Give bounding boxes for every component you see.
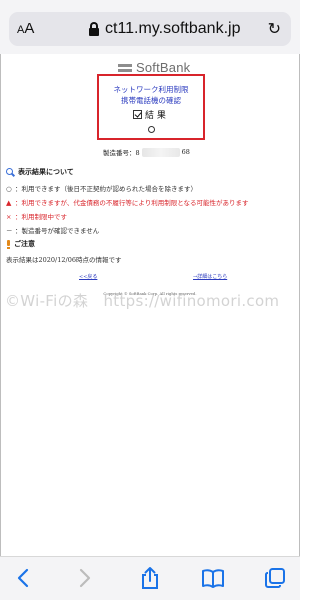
result-circle-icon (148, 126, 155, 133)
text-size-button[interactable]: AA (17, 20, 34, 37)
lock-icon (89, 22, 99, 36)
result-label: 結 果 (133, 108, 166, 121)
legend-item-ok: ○ ：利用できます（後日不正契約が認められた場合を除きます） (6, 183, 197, 193)
serial-redacted (141, 147, 180, 157)
result-label-text: 結 果 (145, 111, 166, 121)
back-chevron-icon[interactable] (10, 565, 36, 591)
watermark: ©Wi-Fiの森 https://wifinomori.com (5, 292, 280, 310)
exclamation-icon (6, 239, 11, 249)
serial-suffix: 68 (181, 148, 190, 156)
notice-text: 表示結果は2020/12/06時点の情報です (6, 256, 122, 264)
browser-toolbar (0, 556, 300, 600)
url-text[interactable]: ct11.my.softbank.jp (105, 20, 240, 38)
browser-address-bar: AA ct11.my.softbank.jp ↻ (0, 0, 300, 54)
forward-chevron-icon[interactable] (72, 565, 98, 591)
notice-heading-text: ご注意 (14, 240, 35, 248)
serial-number: 製造番号：8 68 (103, 147, 190, 157)
back-link[interactable]: <<戻る (79, 273, 97, 280)
legend-symbol: ▲ (6, 199, 12, 207)
url-field[interactable]: AA ct11.my.softbank.jp ↻ (9, 12, 291, 46)
details-link[interactable]: →詳細はこちら (193, 273, 227, 280)
legend-item-unknown: －：製造番号が確認できません (6, 225, 99, 235)
legend-item-caution: ▲ ：利用できますが、代金債務の不履行等により利用制限となる可能性があります (6, 197, 249, 207)
softbank-logo-text: SoftBank (136, 60, 191, 75)
softbank-logo: SoftBank (118, 60, 190, 75)
tabs-icon[interactable] (262, 565, 288, 591)
serial-label: 製造番号：8 (103, 149, 140, 157)
result-title-line2: 携帯電話機の確認 (121, 96, 181, 105)
legend-text: ：製造番号が確認できません (15, 227, 100, 235)
notice-heading: ご注意 (6, 239, 35, 249)
bookmarks-icon[interactable] (200, 565, 226, 591)
legend-symbol: × (6, 213, 12, 221)
result-highlight-box: ネットワーク利用制限 携帯電話機の確認 結 果 (97, 74, 205, 140)
reload-icon[interactable]: ↻ (268, 19, 281, 38)
legend-item-restricted: × ：利用制限中です (6, 211, 67, 221)
magnifier-icon (6, 167, 15, 177)
softbank-bars-icon (118, 63, 132, 72)
display-results-heading: 表示結果について (6, 167, 74, 177)
result-title-line1: ネットワーク利用制限 (113, 85, 189, 94)
legend-text: ：利用できますが、代金債務の不履行等により利用制限となる可能性があります (15, 199, 249, 207)
legend-text: ：利用制限中です (15, 213, 67, 221)
legend-text: ：利用できます（後日不正契約が認められた場合を除きます） (15, 185, 197, 193)
display-results-heading-text: 表示結果について (18, 168, 74, 176)
share-icon[interactable] (137, 565, 163, 591)
checkbox-icon (133, 110, 142, 119)
legend-symbol: ○ (6, 185, 12, 193)
legend-symbol: － (6, 227, 13, 235)
